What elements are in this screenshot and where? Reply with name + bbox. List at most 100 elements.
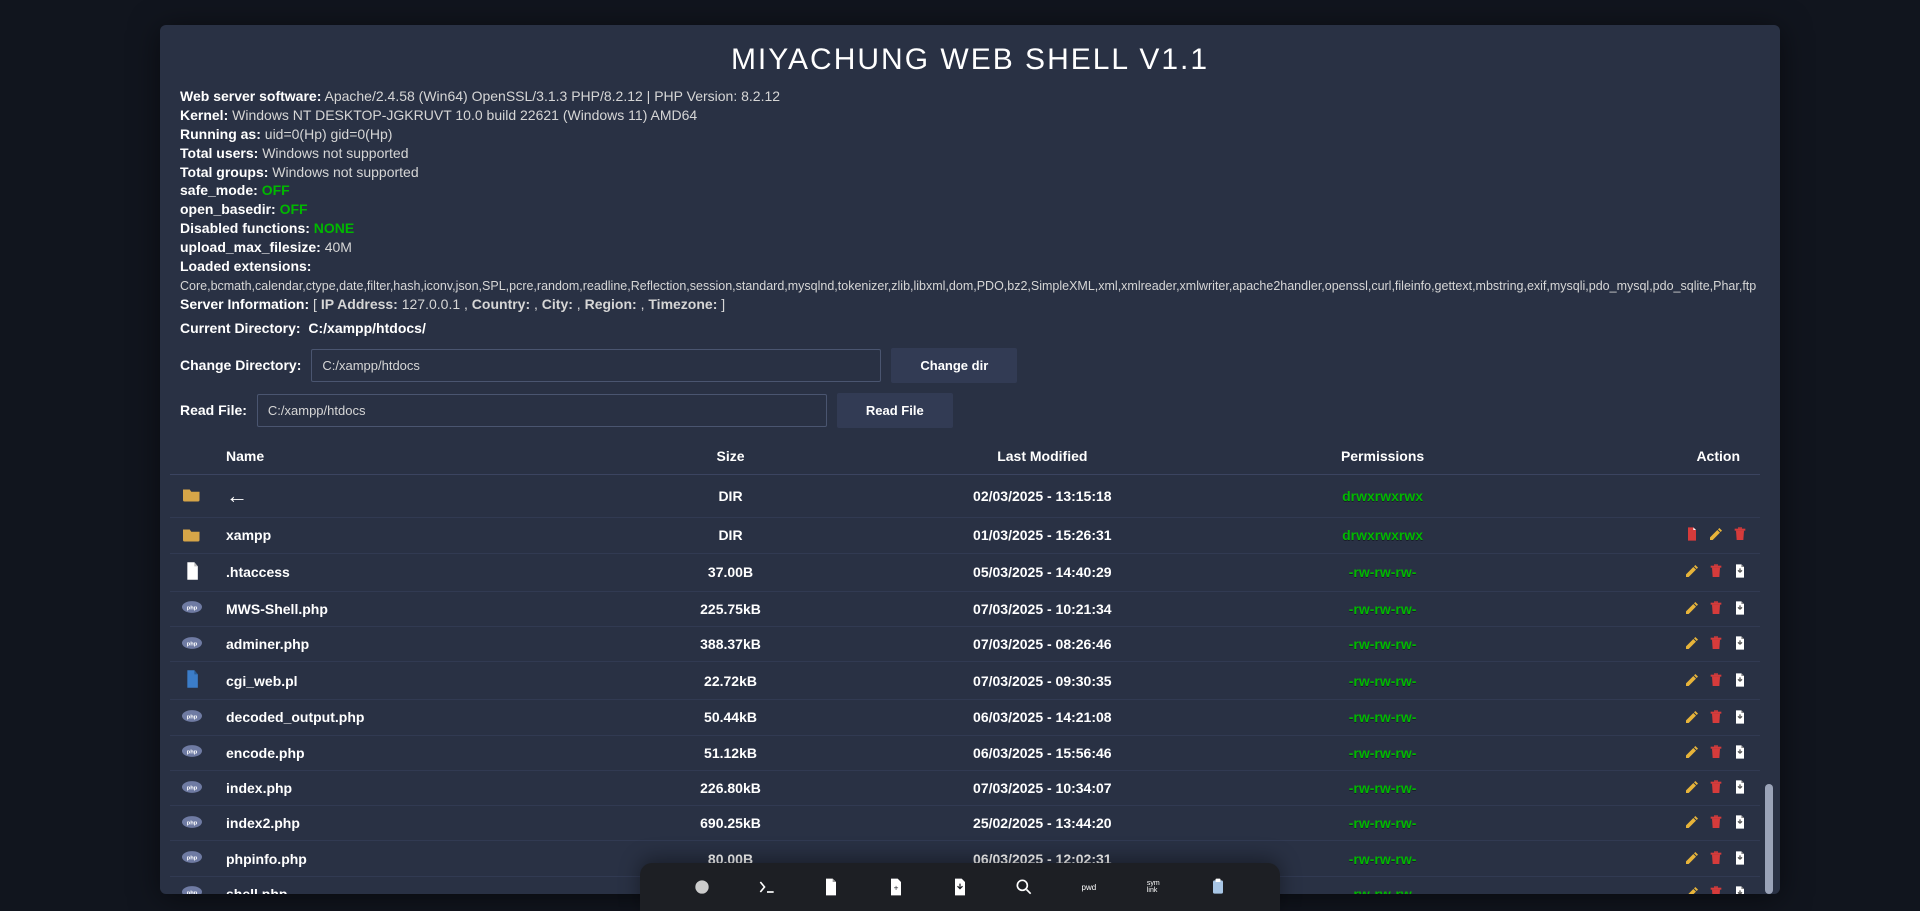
- folder-icon: [170, 474, 214, 517]
- file-name[interactable]: ←: [214, 474, 624, 517]
- edit-icon[interactable]: [1682, 563, 1700, 581]
- download-icon[interactable]: [1730, 672, 1748, 690]
- change-dir-label: Change Directory:: [180, 357, 301, 373]
- open-basedir-value: OFF: [280, 201, 308, 217]
- file-name[interactable]: cgi_web.pl: [214, 662, 624, 700]
- back-arrow-icon[interactable]: ←: [226, 483, 248, 508]
- edit-icon[interactable]: [1706, 526, 1724, 544]
- change-dir-button[interactable]: Change dir: [891, 348, 1017, 383]
- rename-icon[interactable]: [1682, 526, 1700, 544]
- col-modified: Last Modified: [837, 438, 1247, 475]
- file-name[interactable]: phpinfo.php: [214, 841, 624, 876]
- delete-icon[interactable]: [1706, 600, 1724, 618]
- taskbar-sym-icon[interactable]: symlink: [1140, 874, 1166, 900]
- svg-text:php: php: [187, 606, 198, 612]
- current-directory-row: Current Directory: C:/xampp/htdocs/: [160, 316, 1780, 344]
- table-row[interactable]: phpadminer.php388.37kB07/03/2025 - 08:26…: [170, 626, 1760, 661]
- delete-icon[interactable]: [1706, 635, 1724, 653]
- delete-icon[interactable]: [1706, 672, 1724, 690]
- file-name[interactable]: index2.php: [214, 806, 624, 841]
- file-permissions: -rw-rw-rw-: [1247, 553, 1518, 591]
- delete-icon[interactable]: [1706, 850, 1724, 868]
- table-row[interactable]: ←DIR02/03/2025 - 13:15:18drwxrwxrwx: [170, 474, 1760, 517]
- file-listing[interactable]: Name Size Last Modified Permissions Acti…: [164, 438, 1776, 894]
- file-name[interactable]: .htaccess: [214, 553, 624, 591]
- table-row[interactable]: phpMWS-Shell.php225.75kB07/03/2025 - 10:…: [170, 591, 1760, 626]
- file-size: 37.00B: [624, 553, 838, 591]
- table-row[interactable]: phpdecoded_output.php50.44kB06/03/2025 -…: [170, 700, 1760, 735]
- taskbar-new-file-icon[interactable]: +: [883, 874, 909, 900]
- table-row[interactable]: phpindex2.php690.25kB25/02/2025 - 13:44:…: [170, 806, 1760, 841]
- delete-icon[interactable]: [1730, 526, 1748, 544]
- download-icon[interactable]: [1730, 744, 1748, 762]
- edit-icon[interactable]: [1682, 814, 1700, 832]
- file-name[interactable]: xampp: [214, 517, 624, 553]
- taskbar-linux-icon[interactable]: [689, 874, 715, 900]
- file-name[interactable]: adminer.php: [214, 626, 624, 661]
- file-actions: [1518, 553, 1760, 591]
- server-info-block: Web server software: Apache/2.4.58 (Win6…: [160, 77, 1780, 316]
- file-name[interactable]: index.php: [214, 770, 624, 805]
- taskbar-download-file-icon[interactable]: [947, 874, 973, 900]
- taskbar-file-icon[interactable]: [818, 874, 844, 900]
- loaded-ext-label: Loaded extensions:: [180, 258, 311, 274]
- change-dir-input[interactable]: [311, 349, 881, 382]
- table-row[interactable]: phpindex.php226.80kB07/03/2025 - 10:34:0…: [170, 770, 1760, 805]
- edit-icon[interactable]: [1682, 600, 1700, 618]
- edit-icon[interactable]: [1682, 744, 1700, 762]
- scrollbar-thumb[interactable]: [1765, 784, 1773, 894]
- download-icon[interactable]: [1730, 850, 1748, 868]
- safe-mode-label: safe_mode:: [180, 182, 258, 198]
- taskbar-clipboard-icon[interactable]: [1205, 874, 1231, 900]
- file-name[interactable]: encode.php: [214, 735, 624, 770]
- file-size: 690.25kB: [624, 806, 838, 841]
- download-icon[interactable]: [1730, 635, 1748, 653]
- file-size: DIR: [624, 517, 838, 553]
- file-actions: [1518, 841, 1760, 876]
- file-name[interactable]: shell.php: [214, 876, 624, 894]
- download-icon[interactable]: [1730, 779, 1748, 797]
- delete-icon[interactable]: [1706, 709, 1724, 727]
- file-name[interactable]: decoded_output.php: [214, 700, 624, 735]
- taskbar-pwd-icon[interactable]: pwd: [1076, 874, 1102, 900]
- current-directory-label: Current Directory:: [180, 320, 301, 336]
- edit-icon[interactable]: [1682, 672, 1700, 690]
- file-permissions: drwxrwxrwx: [1247, 474, 1518, 517]
- edit-icon[interactable]: [1682, 779, 1700, 797]
- file-permissions: -rw-rw-rw-: [1247, 700, 1518, 735]
- table-row[interactable]: cgi_web.pl22.72kB07/03/2025 - 09:30:35-r…: [170, 662, 1760, 700]
- edit-icon[interactable]: [1682, 635, 1700, 653]
- download-icon[interactable]: [1730, 814, 1748, 832]
- edit-icon[interactable]: [1682, 885, 1700, 894]
- download-icon[interactable]: [1730, 709, 1748, 727]
- edit-icon[interactable]: [1682, 850, 1700, 868]
- file-permissions: -rw-rw-rw-: [1247, 735, 1518, 770]
- download-icon[interactable]: [1730, 563, 1748, 581]
- download-icon[interactable]: [1730, 885, 1748, 894]
- taskbar: + pwd symlink: [640, 863, 1280, 911]
- read-file-input[interactable]: [257, 394, 827, 427]
- file-modified: 07/03/2025 - 10:21:34: [837, 591, 1247, 626]
- table-row[interactable]: phpencode.php51.12kB06/03/2025 - 15:56:4…: [170, 735, 1760, 770]
- table-row[interactable]: .htaccess37.00B05/03/2025 - 14:40:29-rw-…: [170, 553, 1760, 591]
- edit-icon[interactable]: [1682, 709, 1700, 727]
- table-row[interactable]: xamppDIR01/03/2025 - 15:26:31drwxrwxrwx: [170, 517, 1760, 553]
- file-name[interactable]: MWS-Shell.php: [214, 591, 624, 626]
- delete-icon[interactable]: [1706, 885, 1724, 894]
- file-permissions: -rw-rw-rw-: [1247, 662, 1518, 700]
- delete-icon[interactable]: [1706, 814, 1724, 832]
- delete-icon[interactable]: [1706, 779, 1724, 797]
- taskbar-search-icon[interactable]: [1011, 874, 1037, 900]
- col-size: Size: [624, 438, 838, 475]
- taskbar-terminal-icon[interactable]: [754, 874, 780, 900]
- safe-mode-value: OFF: [262, 182, 290, 198]
- delete-icon[interactable]: [1706, 744, 1724, 762]
- total-groups-value: Windows not supported: [272, 164, 418, 180]
- delete-icon[interactable]: [1706, 563, 1724, 581]
- current-directory-value[interactable]: C:/xampp/htdocs/: [308, 320, 425, 336]
- download-icon[interactable]: [1730, 600, 1748, 618]
- file-size: 50.44kB: [624, 700, 838, 735]
- disabled-functions-label: Disabled functions:: [180, 220, 310, 236]
- file-actions: [1518, 517, 1760, 553]
- read-file-button[interactable]: Read File: [837, 393, 953, 428]
